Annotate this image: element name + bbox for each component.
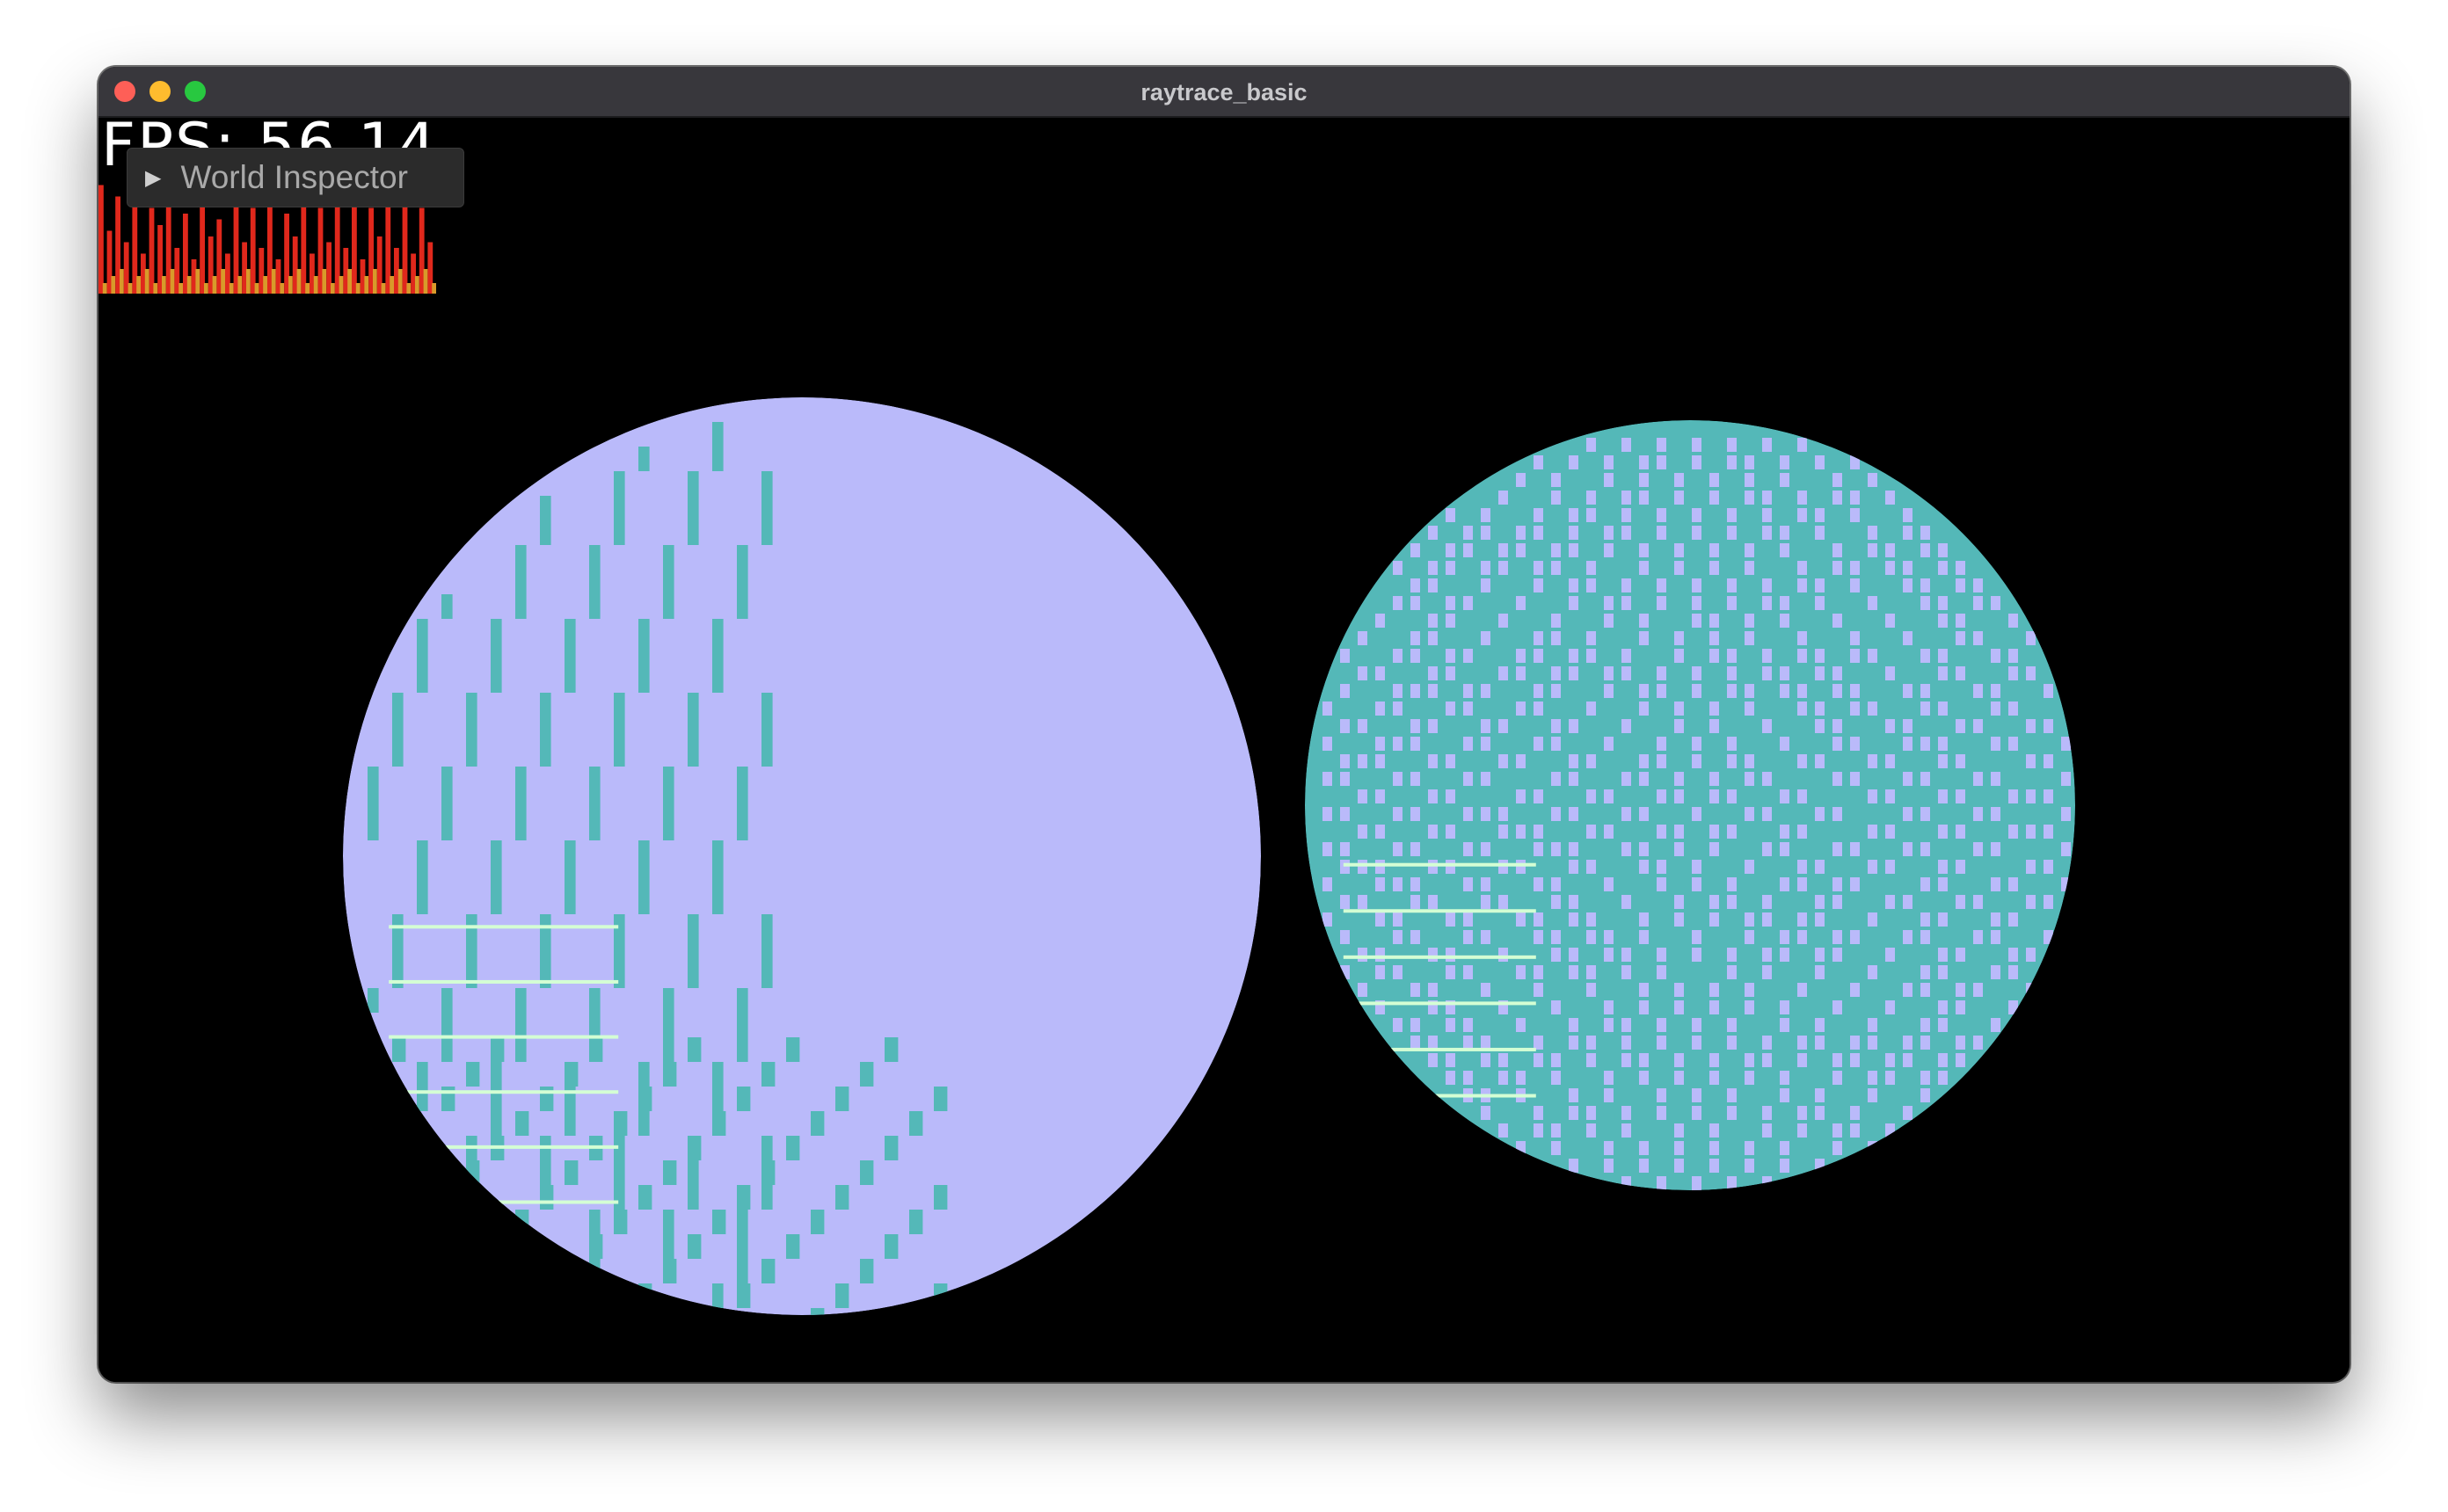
frame-time-base: [153, 283, 158, 294]
frame-time-base: [271, 269, 276, 294]
frame-time-bar: [200, 196, 205, 294]
frame-time-base: [170, 269, 175, 294]
expand-arrow-icon[interactable]: ▶: [145, 165, 161, 191]
frame-time-base: [355, 283, 361, 294]
frame-time-base: [305, 283, 310, 294]
frame-time-bar: [149, 207, 155, 294]
frame-time-base: [432, 283, 436, 294]
frame-time-base: [415, 276, 419, 294]
frame-time-base: [162, 276, 166, 294]
frame-time-base: [423, 269, 428, 294]
frame-time-base: [280, 283, 285, 294]
frame-time-base: [254, 283, 259, 294]
world-inspector-label: World Inspector: [180, 159, 408, 195]
frame-time-base: [339, 276, 344, 294]
world-inspector-panel[interactable]: ▶ World Inspector: [127, 148, 464, 207]
frame-time-base: [237, 276, 243, 294]
frame-time-bar: [402, 196, 408, 294]
frame-time-base: [212, 276, 217, 294]
frame-time-base: [331, 283, 335, 294]
frame-time-base: [373, 269, 377, 294]
frame-time-bar: [98, 185, 104, 294]
voxel-scene: [343, 397, 2075, 1315]
frame-time-base: [111, 276, 116, 294]
frame-time-base: [364, 276, 369, 294]
frame-time-base: [204, 283, 208, 294]
frame-time-base: [288, 276, 293, 294]
frame-time-base: [102, 283, 107, 294]
window-title: raytrace_basic: [1140, 79, 1308, 105]
frame-time-base: [296, 269, 302, 294]
frame-time-base: [347, 269, 352, 294]
frame-time-base: [178, 283, 183, 294]
frame-time-base: [406, 283, 412, 294]
app-window: raytrace_basic FPS: 56.14 ▶ World Inspec…: [98, 67, 2350, 1382]
frame-time-base: [263, 276, 267, 294]
render-viewport[interactable]: FPS: 56.14 ▶ World Inspector: [98, 116, 2350, 1382]
frame-time-base: [397, 269, 403, 294]
frame-time-base: [186, 276, 192, 294]
frame-time-base: [144, 269, 149, 294]
frame-time-base: [322, 269, 327, 294]
frame-time-bar: [352, 202, 357, 294]
frame-time-base: [390, 276, 394, 294]
frame-time-base: [229, 283, 234, 294]
frame-time-base: [246, 269, 251, 294]
frame-time-base: [128, 283, 133, 294]
left-voxel-sphere: [343, 397, 1261, 1315]
frame-time-base: [221, 269, 225, 294]
frame-time-base: [136, 276, 141, 294]
frame-time-base: [381, 283, 386, 294]
frame-time-bar: [250, 207, 256, 294]
frame-time-base: [195, 269, 200, 294]
right-voxel-sphere: [1305, 420, 2075, 1190]
frame-time-bar: [301, 202, 307, 294]
frame-time-base: [120, 269, 124, 294]
frame-time-base: [313, 276, 318, 294]
